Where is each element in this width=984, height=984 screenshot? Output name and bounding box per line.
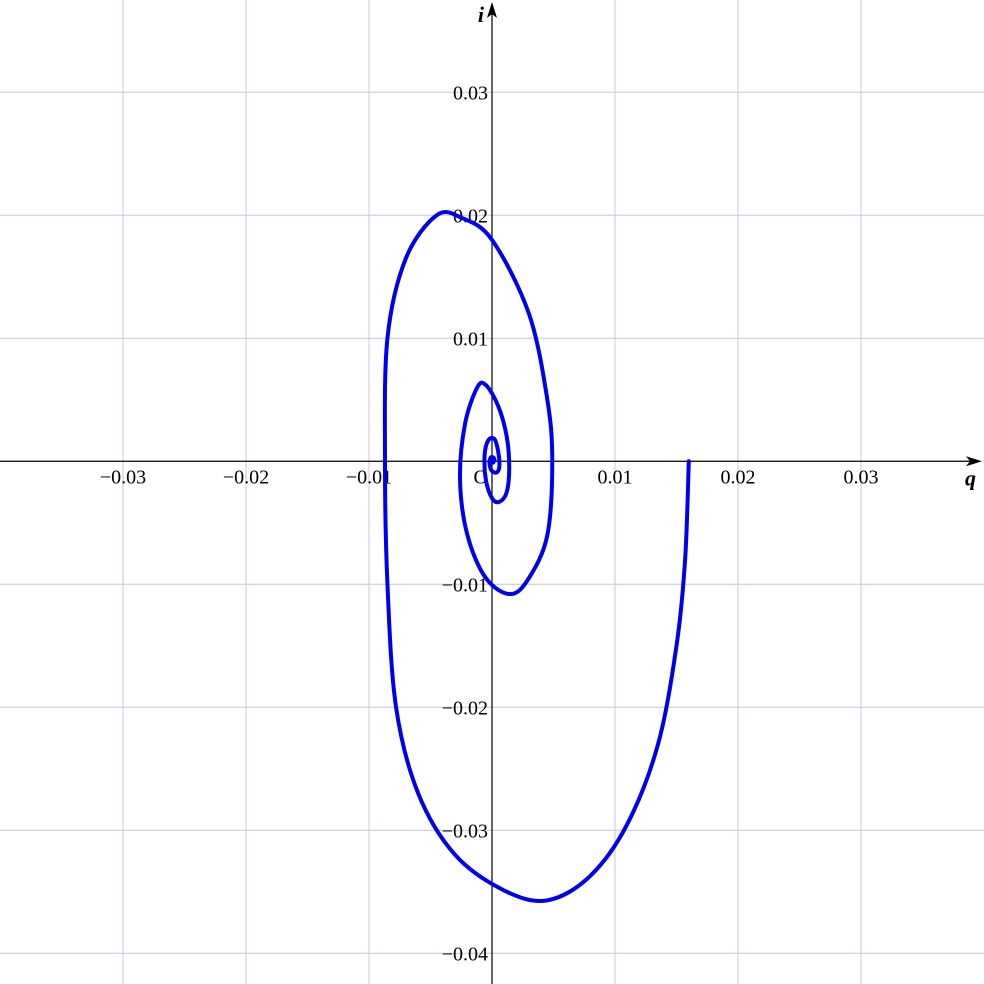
series-line-spiral (382, 209, 691, 903)
y-tick-label: −0.03 (442, 820, 488, 842)
x-tick-label: 0.03 (844, 466, 879, 488)
chart-svg: −0.03 −0.02 −0.01 0.01 0.02 0.030.030.020.01−… (0, 0, 984, 984)
y-tick-label: −0.01 (442, 574, 488, 596)
phase-plot: −0.03 −0.02 −0.01 0.01 0.02 0.03 0.03 0.02 0.01−… (0, 0, 984, 984)
y-axis-title: i (478, 2, 485, 27)
y-tick-label: 0.03 (453, 82, 488, 104)
x-tick-label: 0.01 (598, 466, 633, 488)
y-tick-label: 0.01 (453, 328, 488, 350)
x-tick-label: 0.02 (721, 466, 756, 488)
x-axis-title: q (965, 465, 976, 490)
x-tick-label: −0.03 (100, 466, 146, 488)
x-tick-label: −0.02 (223, 466, 269, 488)
y-tick-label: −0.02 (442, 697, 488, 719)
y-tick-label: −0.04 (442, 943, 488, 965)
tick-labels: −0.03 −0.02 −0.01 0.01 0.02 0.030.030.020.01−… (100, 82, 879, 965)
series-group (382, 209, 691, 903)
